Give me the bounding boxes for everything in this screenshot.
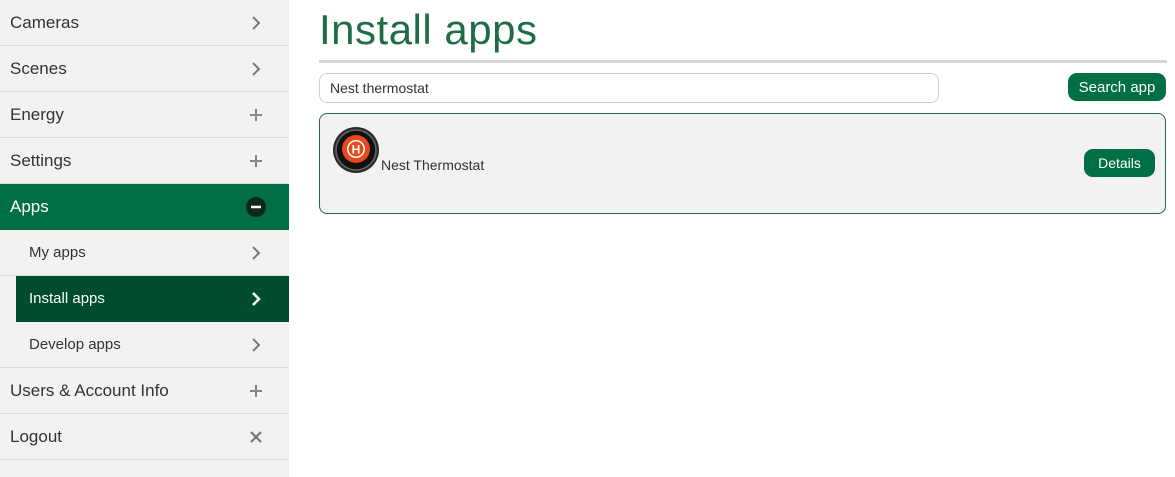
sidebar-item-cameras[interactable]: Cameras	[0, 0, 289, 46]
nest-thermostat-icon: H	[332, 126, 380, 174]
plus-icon	[245, 380, 267, 402]
chevron-right-icon	[245, 334, 267, 356]
chevron-right-icon	[245, 58, 267, 80]
plus-icon	[245, 104, 267, 126]
main-content: Install apps Search app H Nest Thermosta…	[319, 0, 1167, 214]
chevron-right-icon	[245, 288, 267, 310]
sidebar-item-scenes[interactable]: Scenes	[0, 46, 289, 92]
sidebar-item-energy[interactable]: Energy	[0, 92, 289, 138]
search-input[interactable]	[319, 73, 939, 103]
app-result-card: H Nest Thermostat Details	[319, 113, 1166, 214]
details-button[interactable]: Details	[1084, 149, 1155, 177]
page-title: Install apps	[319, 6, 538, 53]
title-divider	[319, 60, 1167, 63]
sidebar-item-develop-apps[interactable]: Develop apps	[0, 322, 289, 368]
plus-icon	[245, 150, 267, 172]
sidebar-item-settings[interactable]: Settings	[0, 138, 289, 184]
search-bar: Search app	[319, 73, 1166, 113]
sidebar-item-my-apps[interactable]: My apps	[0, 230, 289, 276]
minus-circle-icon	[245, 196, 267, 218]
sidebar-nav: Cameras Scenes Energy Settings Apps My a…	[0, 0, 289, 477]
thermostat-letter: H	[352, 143, 361, 157]
sidebar-item-logout[interactable]: Logout	[0, 414, 289, 460]
close-icon	[245, 426, 267, 448]
sidebar-item-users-account[interactable]: Users & Account Info	[0, 368, 289, 414]
search-app-button[interactable]: Search app	[1068, 73, 1166, 101]
sidebar-item-apps[interactable]: Apps	[0, 184, 289, 230]
sidebar-item-install-apps[interactable]: Install apps	[16, 276, 289, 322]
app-name: Nest Thermostat	[381, 157, 485, 173]
chevron-right-icon	[245, 12, 267, 34]
chevron-right-icon	[245, 242, 267, 264]
